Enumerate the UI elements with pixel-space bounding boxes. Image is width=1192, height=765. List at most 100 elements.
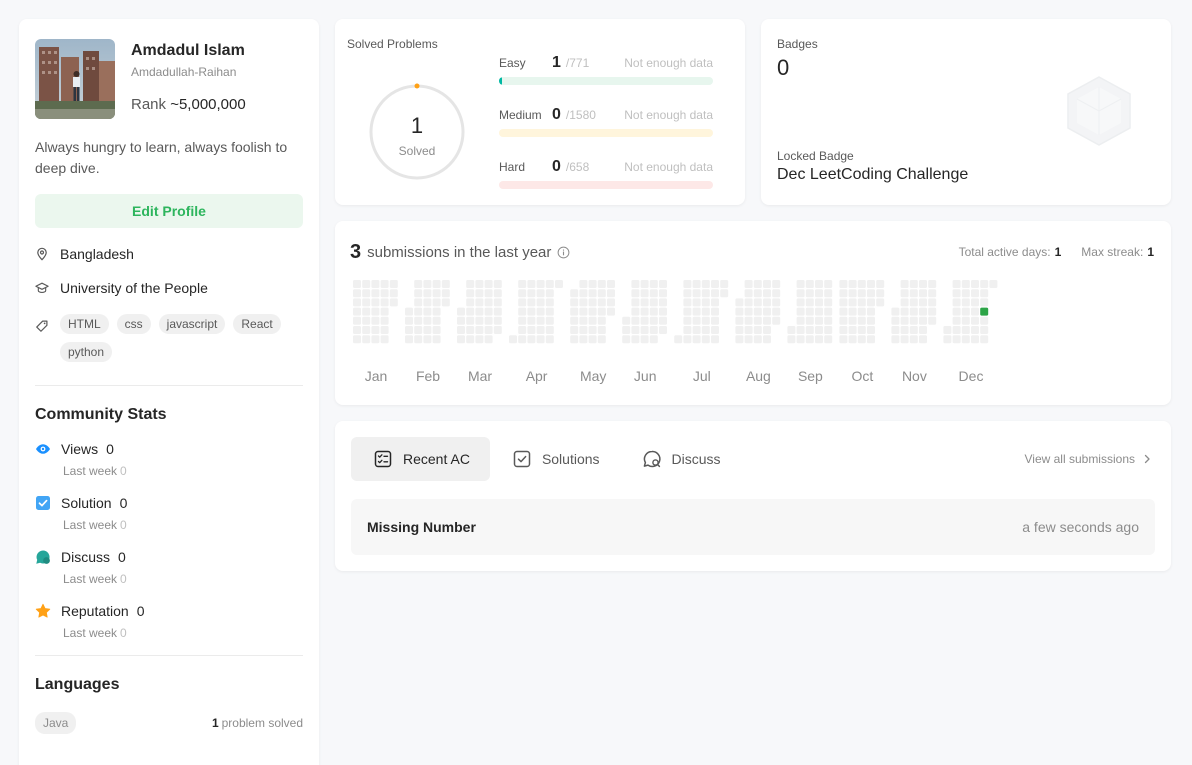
skill-tag[interactable]: javascript — [158, 314, 226, 334]
heatmap-cell — [640, 280, 649, 288]
stat-label: Views — [61, 441, 99, 457]
heatmap-cell — [405, 316, 413, 325]
heatmap-cell — [744, 307, 753, 316]
profile-header: Amdadul Islam Amdadullah-Raihan Rank ~5,… — [35, 39, 303, 119]
heatmap-cell — [989, 280, 998, 288]
heatmap-cell — [380, 289, 389, 298]
heatmap-cell — [928, 307, 937, 316]
skill-tag[interactable]: HTML — [60, 314, 109, 334]
community-stats-title: Community Stats — [35, 406, 167, 423]
heatmap-cell — [839, 326, 848, 334]
heatmap-cell — [579, 298, 588, 307]
difficulty-total: /1580 — [565, 108, 596, 122]
skill-tag[interactable]: css — [116, 314, 151, 334]
submission-row[interactable]: Missing Number a few seconds ago — [351, 499, 1155, 555]
stat-solution: Solution 0 Last week 0 — [35, 495, 303, 532]
heatmap-cell — [971, 326, 979, 334]
heatmap-cell — [362, 316, 371, 325]
difficulty-name: Hard — [499, 160, 526, 174]
heatmap-cell — [518, 335, 527, 344]
heatmap-cell — [891, 335, 900, 344]
heatmap-cell — [432, 307, 441, 316]
heatmap-cell — [683, 326, 692, 334]
heatmap-cell — [980, 326, 989, 334]
view-all-submissions-link[interactable]: View all submissions — [1025, 452, 1154, 466]
heatmap-cell — [405, 307, 413, 316]
edit-profile-button[interactable]: Edit Profile — [35, 194, 303, 228]
heatmap-cell — [839, 316, 848, 325]
heatmap-cell — [839, 307, 848, 316]
locked-badge-hexagon-icon[interactable] — [1064, 75, 1134, 147]
difficulty-name: Easy — [499, 56, 526, 70]
heatmap-cell — [579, 289, 588, 298]
heatmap-cell — [753, 335, 762, 344]
heatmap-cell — [631, 326, 640, 334]
skill-tag[interactable]: React — [233, 314, 281, 334]
heatmap-cell — [815, 289, 823, 298]
heatmap-cell — [711, 335, 719, 344]
location-text: Bangladesh — [60, 246, 134, 262]
heatmap-cell — [536, 335, 545, 344]
heatmap-cell — [824, 335, 833, 344]
heatmap-cell — [891, 307, 900, 316]
difficulty-total: /771 — [565, 56, 590, 70]
heatmap-cell — [735, 298, 744, 307]
stat-value: 0 — [136, 603, 145, 619]
heatmap-cell — [579, 316, 588, 325]
stat-views: Views 0 Last week 0 — [35, 441, 303, 478]
tab-recent-ac[interactable]: Recent AC — [351, 437, 490, 481]
heatmap-month-label: Jun — [634, 368, 657, 384]
heatmap-cell — [735, 326, 744, 334]
heatmap-cell — [414, 316, 423, 325]
heatmap-cell — [484, 326, 493, 334]
heatmap-cell — [466, 280, 475, 288]
graduation-cap-icon — [35, 282, 49, 294]
heatmap-cell — [380, 307, 389, 316]
heatmap-cell — [570, 307, 579, 316]
heatmap-cell — [588, 326, 597, 334]
heatmap-cell — [857, 280, 866, 288]
languages-title: Languages — [35, 676, 120, 693]
heatmap-cell — [353, 335, 361, 344]
heatmap-cell — [848, 289, 857, 298]
heatmap-cell — [389, 289, 398, 298]
eye-icon — [36, 444, 50, 454]
solved-total: 1 — [410, 113, 424, 138]
difficulty-note: Not enough data — [624, 108, 713, 122]
skill-tag[interactable]: python — [60, 342, 113, 362]
heatmap-cell — [919, 335, 927, 344]
heatmap-cell — [824, 326, 833, 334]
tab-solutions[interactable]: Solutions — [490, 437, 620, 481]
heatmap-cell — [545, 307, 554, 316]
difficulty-bar — [499, 129, 713, 137]
heatmap-cell — [414, 307, 423, 316]
heatmap-cell — [466, 307, 475, 316]
heatmap-cell — [527, 289, 536, 298]
submission-heatmap: Jan Feb Mar Apr May Jun Jul Aug Sep Oct Nov Dec — [353, 280, 998, 384]
heatmap-cell — [952, 298, 961, 307]
heatmap-cell — [867, 326, 875, 334]
heatmap-cell — [493, 326, 502, 334]
tab-discuss[interactable]: Discuss — [620, 437, 741, 481]
heatmap-cell — [763, 307, 771, 316]
heatmap-cell — [909, 335, 918, 344]
heatmap-cell — [545, 326, 554, 334]
heatmap-cell — [763, 326, 771, 334]
heatmap-cell — [961, 280, 970, 288]
heatmap-cell — [441, 280, 450, 288]
heatmap-cell — [753, 316, 762, 325]
language-tag[interactable]: Java — [35, 712, 77, 734]
heatmap-cell — [848, 316, 857, 325]
avatar[interactable] — [35, 39, 115, 119]
chat-bubble-icon — [36, 550, 50, 564]
stat-discuss: Discuss 0 Last week 0 — [35, 549, 303, 586]
stat-reputation: Reputation 0 Last week 0 — [35, 603, 303, 640]
heatmap-cell — [815, 307, 823, 316]
skill-tags: HTML css javascript React python — [60, 314, 300, 370]
heatmap-cell — [579, 335, 588, 344]
last-week-label: Last week — [63, 518, 118, 532]
view-all-label: View all submissions — [1024, 452, 1136, 466]
heatmap-cell — [518, 289, 527, 298]
heatmap-cell — [389, 298, 398, 307]
heatmap-cell — [805, 316, 814, 325]
